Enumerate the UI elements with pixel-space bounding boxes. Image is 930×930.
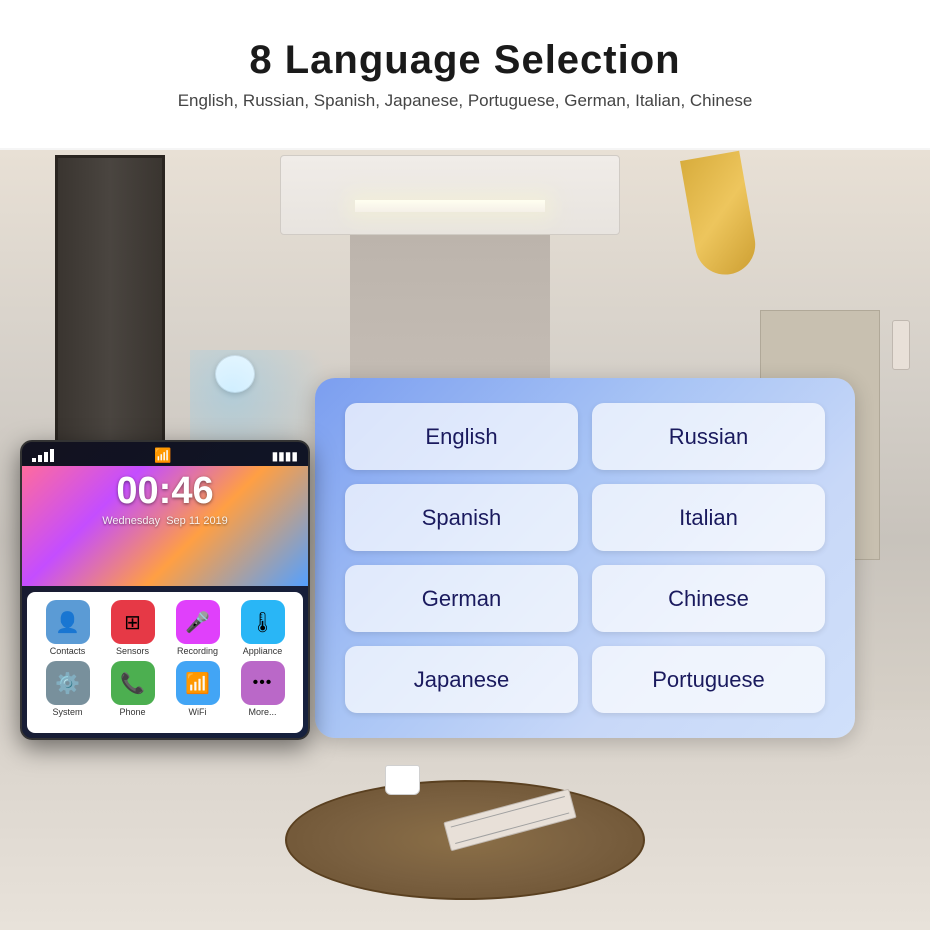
more-label: More... <box>248 707 276 717</box>
app-phone[interactable]: 📞 Phone <box>104 661 162 717</box>
signal-bar-3 <box>44 452 48 462</box>
lang-btn-chinese[interactable]: Chinese <box>592 565 825 632</box>
lang-btn-german[interactable]: German <box>345 565 578 632</box>
contacts-label: Contacts <box>50 646 86 656</box>
app-system[interactable]: ⚙️ System <box>39 661 97 717</box>
wall-phone <box>892 320 910 370</box>
app-recording[interactable]: 🎤 Recording <box>169 600 227 656</box>
app-wifi[interactable]: 📶 WiFi <box>169 661 227 717</box>
signal-icon <box>32 449 54 462</box>
system-icon: ⚙️ <box>46 661 90 705</box>
phone-icon: 📞 <box>111 661 155 705</box>
wifi-status-icon: 📶 <box>154 447 171 464</box>
app-row-2: ⚙️ System 📞 Phone 📶 WiFi ••• More... <box>35 661 295 717</box>
wifi-label: WiFi <box>189 707 207 717</box>
contacts-icon: 👤 <box>46 600 90 644</box>
lang-btn-russian[interactable]: Russian <box>592 403 825 470</box>
app-more[interactable]: ••• More... <box>234 661 292 717</box>
signal-bar-2 <box>38 455 42 462</box>
ceiling-light <box>355 200 545 212</box>
battery-icon: ▮▮▮▮ <box>272 449 298 463</box>
status-bar: 📶 ▮▮▮▮ <box>22 442 308 469</box>
time-display: 00:46 Wednesday Sep 11 2019 <box>22 470 308 527</box>
sensors-icon: ⊞ <box>111 600 155 644</box>
system-label: System <box>52 707 82 717</box>
lang-btn-japanese[interactable]: Japanese <box>345 646 578 713</box>
clock-day: Wednesday <box>102 515 160 527</box>
app-row-1: 👤 Contacts ⊞ Sensors 🎤 Recording 🌡 Appli… <box>35 600 295 656</box>
sensors-label: Sensors <box>116 646 149 656</box>
more-icon: ••• <box>241 661 285 705</box>
lang-btn-spanish[interactable]: Spanish <box>345 484 578 551</box>
lang-btn-italian[interactable]: Italian <box>592 484 825 551</box>
app-contacts[interactable]: 👤 Contacts <box>39 600 97 656</box>
phone-screen: 📶 ▮▮▮▮ 00:46 Wednesday Sep 11 2019 👤 Con… <box>20 440 310 740</box>
app-grid: 👤 Contacts ⊞ Sensors 🎤 Recording 🌡 Appli… <box>27 592 303 733</box>
wall-sensor <box>215 355 255 393</box>
appliance-label: Appliance <box>243 646 283 656</box>
lang-btn-english[interactable]: English <box>345 403 578 470</box>
phone-label: Phone <box>119 707 145 717</box>
header: 8 Language Selection English, Russian, S… <box>0 0 930 148</box>
app-appliance[interactable]: 🌡 Appliance <box>234 600 292 656</box>
recording-label: Recording <box>177 646 218 656</box>
clock-date-value: Sep 11 2019 <box>166 515 228 527</box>
page-title: 8 Language Selection <box>249 38 680 83</box>
cup <box>385 765 420 795</box>
appliance-icon: 🌡 <box>241 600 285 644</box>
recording-icon: 🎤 <box>176 600 220 644</box>
lang-btn-portuguese[interactable]: Portuguese <box>592 646 825 713</box>
ceiling-panel <box>280 155 620 235</box>
clock-time: 00:46 <box>22 470 308 513</box>
language-panel: English Russian Spanish Italian German C… <box>315 378 855 738</box>
signal-bar-1 <box>32 458 36 462</box>
page-subtitle: English, Russian, Spanish, Japanese, Por… <box>178 91 753 111</box>
wifi-icon: 📶 <box>176 661 220 705</box>
app-sensors[interactable]: ⊞ Sensors <box>104 600 162 656</box>
smart-device: 📶 ▮▮▮▮ 00:46 Wednesday Sep 11 2019 👤 Con… <box>20 440 320 750</box>
language-grid: English Russian Spanish Italian German C… <box>345 403 825 713</box>
signal-bar-4 <box>50 449 54 462</box>
clock-date: Wednesday Sep 11 2019 <box>22 515 308 527</box>
